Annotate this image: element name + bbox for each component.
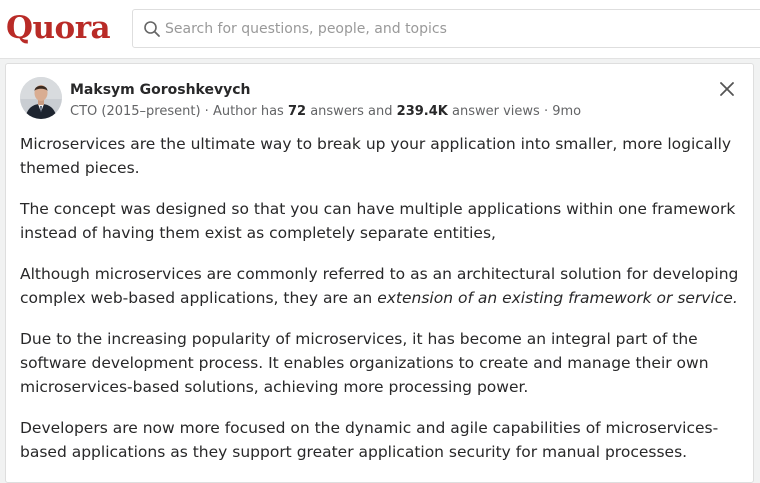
- author-credential[interactable]: CTO (2015–present): [70, 104, 201, 119]
- meta-separator: ·: [204, 104, 213, 119]
- meta-separator: ·: [543, 104, 553, 119]
- quora-logo[interactable]: Quora: [6, 8, 111, 48]
- answers-prefix: Author has: [212, 104, 284, 119]
- close-icon[interactable]: [716, 78, 738, 100]
- search-input[interactable]: [165, 10, 755, 47]
- answer-card: Maksym Goroshkevych CTO (2015–present) ·…: [5, 63, 754, 483]
- answer-content: Microservices are the ultimate way to br…: [20, 132, 740, 481]
- answers-label: answers and: [310, 104, 393, 119]
- answer-paragraph: Developers are now more focused on the d…: [20, 419, 719, 461]
- paragraph-italic-text: extension of an existing framework or se…: [377, 289, 738, 307]
- answer-paragraph: Although microservices are commonly refe…: [20, 262, 740, 310]
- answer-paragraph: The concept was designed so that you can…: [20, 200, 736, 242]
- author-avatar[interactable]: [20, 77, 62, 119]
- views-label: answer views: [452, 104, 540, 119]
- answers-count: 72: [287, 104, 307, 119]
- answer-paragraph: Due to the increasing popularity of micr…: [20, 330, 709, 396]
- top-bar: Quora: [0, 0, 760, 59]
- author-meta: CTO (2015–present) · Author has 72 answe…: [70, 103, 581, 121]
- views-count: 239.4K: [396, 104, 448, 119]
- answer-age[interactable]: 9mo: [552, 104, 581, 119]
- search-box[interactable]: [132, 9, 760, 48]
- avatar-image: [20, 77, 62, 119]
- answer-paragraph: Microservices are the ultimate way to br…: [20, 135, 732, 177]
- author-name[interactable]: Maksym Goroshkevych: [70, 80, 251, 100]
- search-icon: [144, 21, 160, 37]
